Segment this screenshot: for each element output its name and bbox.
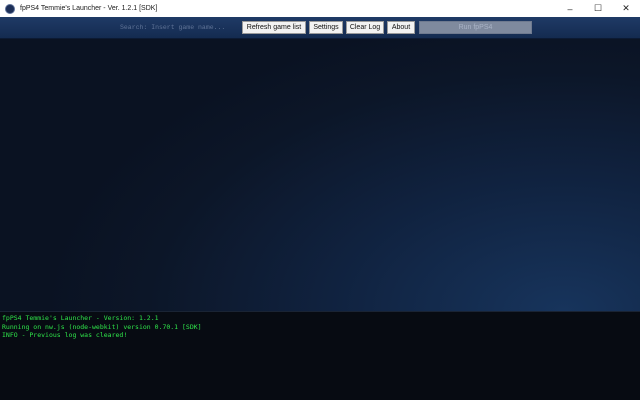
log-line: Running on nw.js (node-webkit) version 0… [2,322,202,331]
clear-log-button[interactable]: Clear Log [346,21,384,34]
log-line: INFO - Previous log was cleared! [2,331,128,339]
about-button[interactable]: About [387,21,415,34]
game-list-area[interactable] [0,39,640,311]
title-bar: fpPS4 Temmie's Launcher - Ver. 1.2.1 [SD… [0,0,640,18]
close-icon[interactable]: ✕ [612,0,640,17]
log-panel: fpPS4 Temmie's Launcher - Version: 1.2.1… [0,311,640,400]
maximize-icon[interactable]: ☐ [584,0,612,17]
window-title: fpPS4 Temmie's Launcher - Ver. 1.2.1 [SD… [20,5,158,12]
refresh-game-list-button[interactable]: Refresh game list [242,21,306,34]
run-fpps4-button[interactable]: Run fpPS4 [419,21,532,34]
settings-button[interactable]: Settings [309,21,343,34]
window-controls: – ☐ ✕ [556,0,640,17]
search-input[interactable] [120,21,236,34]
minimize-icon[interactable]: – [556,0,584,17]
app-icon [5,3,15,14]
log-line: fpPS4 Temmie's Launcher - Version: 1.2.1 [2,314,159,322]
toolbar: Refresh game list Settings Clear Log Abo… [0,17,640,39]
